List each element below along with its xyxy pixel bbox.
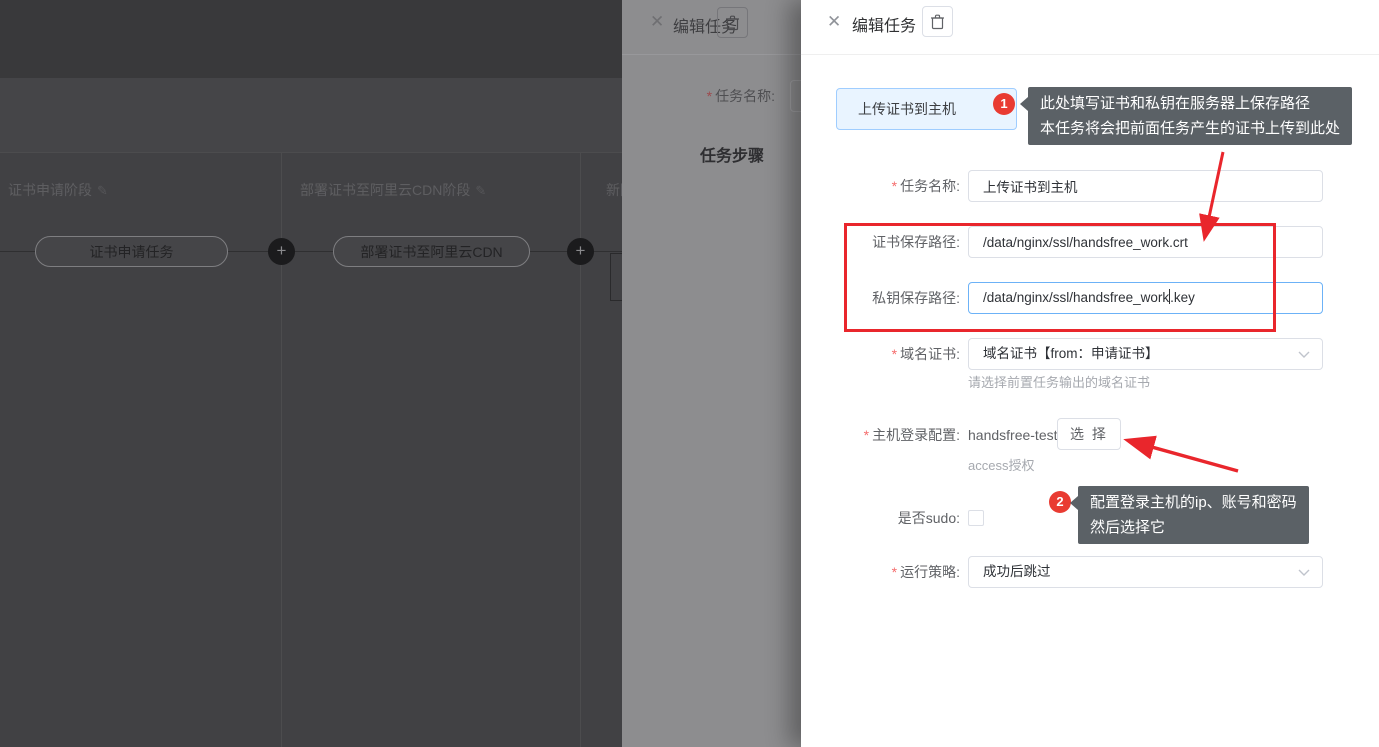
drawer-header: ✕ 编辑任务 [801,0,1379,55]
field-label: 私钥保存路径: [801,282,960,314]
task-pill-cert-apply[interactable]: 证书申请任务 [35,236,228,267]
tooltip-notch [1020,97,1028,111]
edit-stage-icon[interactable]: ✎ [97,183,108,198]
partial-task-card [610,253,622,301]
field-label: *域名证书: [801,338,960,370]
stage-column-1: 证书申请阶段✎ 证书申请任务 [0,153,282,747]
add-task-button[interactable]: + [268,238,295,265]
trash-icon [930,14,945,30]
task-steps-heading: 任务步骤 [700,142,764,166]
form-row-domain-cert: *域名证书: 域名证书【from：申请证书】 请选择前置任务输出的域名证书 [801,338,1379,370]
form-row-cert-path: 证书保存路径: [801,226,1379,258]
cert-save-path-input[interactable] [968,226,1323,258]
form-row-host-config: *主机登录配置: handsfree-test 选 择 access授权 [801,419,1379,451]
annotation-badge-2: 2 [1049,491,1071,513]
add-task-button[interactable]: + [567,238,594,265]
form-row-key-path: 私钥保存路径: /data/nginx/ssl/handsfree_work.k… [801,282,1379,314]
delete-task-button[interactable] [922,6,953,37]
form-row-task-name: *任务名称: [801,170,1379,202]
domain-cert-select[interactable]: 域名证书【from：申请证书】 [968,338,1323,370]
host-config-value: handsfree-test [968,419,1058,451]
sudo-checkbox[interactable] [968,510,984,526]
choose-host-button[interactable]: 选 择 [1057,418,1121,450]
delete-task-button[interactable] [717,7,748,38]
chevron-down-icon [1298,351,1310,359]
field-label: *主机登录配置: [801,419,960,451]
edit-stage-icon[interactable]: ✎ [475,183,486,198]
form-row-run-policy: *运行策略: 成功后跳过 [801,556,1379,588]
page-header-band [0,0,622,78]
pipeline-canvas: 证书申请阶段✎ 证书申请任务 部署证书至阿里云CDN阶段✎ 部署证书至阿里云CD… [0,152,622,747]
background-page: 证书申请阶段✎ 证书申请任务 部署证书至阿里云CDN阶段✎ 部署证书至阿里云CD… [0,0,622,747]
chevron-down-icon [1298,569,1310,577]
key-save-path-input[interactable]: /data/nginx/ssl/handsfree_work.key [968,282,1323,314]
task-pill-deploy-cdn[interactable]: 部署证书至阿里云CDN [333,236,530,267]
field-label: *任务名称: [622,80,775,112]
run-policy-select[interactable]: 成功后跳过 [968,556,1323,588]
annotation-badge-1: 1 [993,93,1015,115]
stage-title: 部署证书至阿里云CDN阶段✎ [300,180,486,200]
task-type-tab-upload-cert[interactable]: 上传证书到主机 [836,88,1017,130]
close-icon[interactable]: ✕ [827,12,841,32]
field-label: *运行策略: [801,556,960,588]
field-helper-text: 请选择前置任务输出的域名证书 [968,372,1150,391]
annotation-tooltip-1: 此处填写证书和私钥在服务器上保存路径 本任务将会把前面任务产生的证书上传到此处 [1028,87,1352,145]
stage-title: 证书申请阶段✎ [8,180,108,200]
trash-icon [725,15,740,31]
stage-column-2: 部署证书至阿里云CDN阶段✎ 部署证书至阿里云CDN [282,153,581,747]
tooltip-notch [1070,496,1078,510]
field-label: 证书保存路径: [801,226,960,258]
field-label: 是否sudo: [801,502,960,534]
field-helper-text: access授权 [968,455,1034,474]
page-toolbar-band [0,78,622,152]
drawer-title: 编辑任务 [852,12,916,36]
stage-title: 新阶段 [606,180,622,200]
annotation-tooltip-2: 配置登录主机的ip、账号和密码 然后选择它 [1078,486,1309,544]
task-name-input[interactable] [968,170,1323,202]
close-icon[interactable]: ✕ [650,12,664,32]
field-label: *任务名称: [801,170,960,202]
